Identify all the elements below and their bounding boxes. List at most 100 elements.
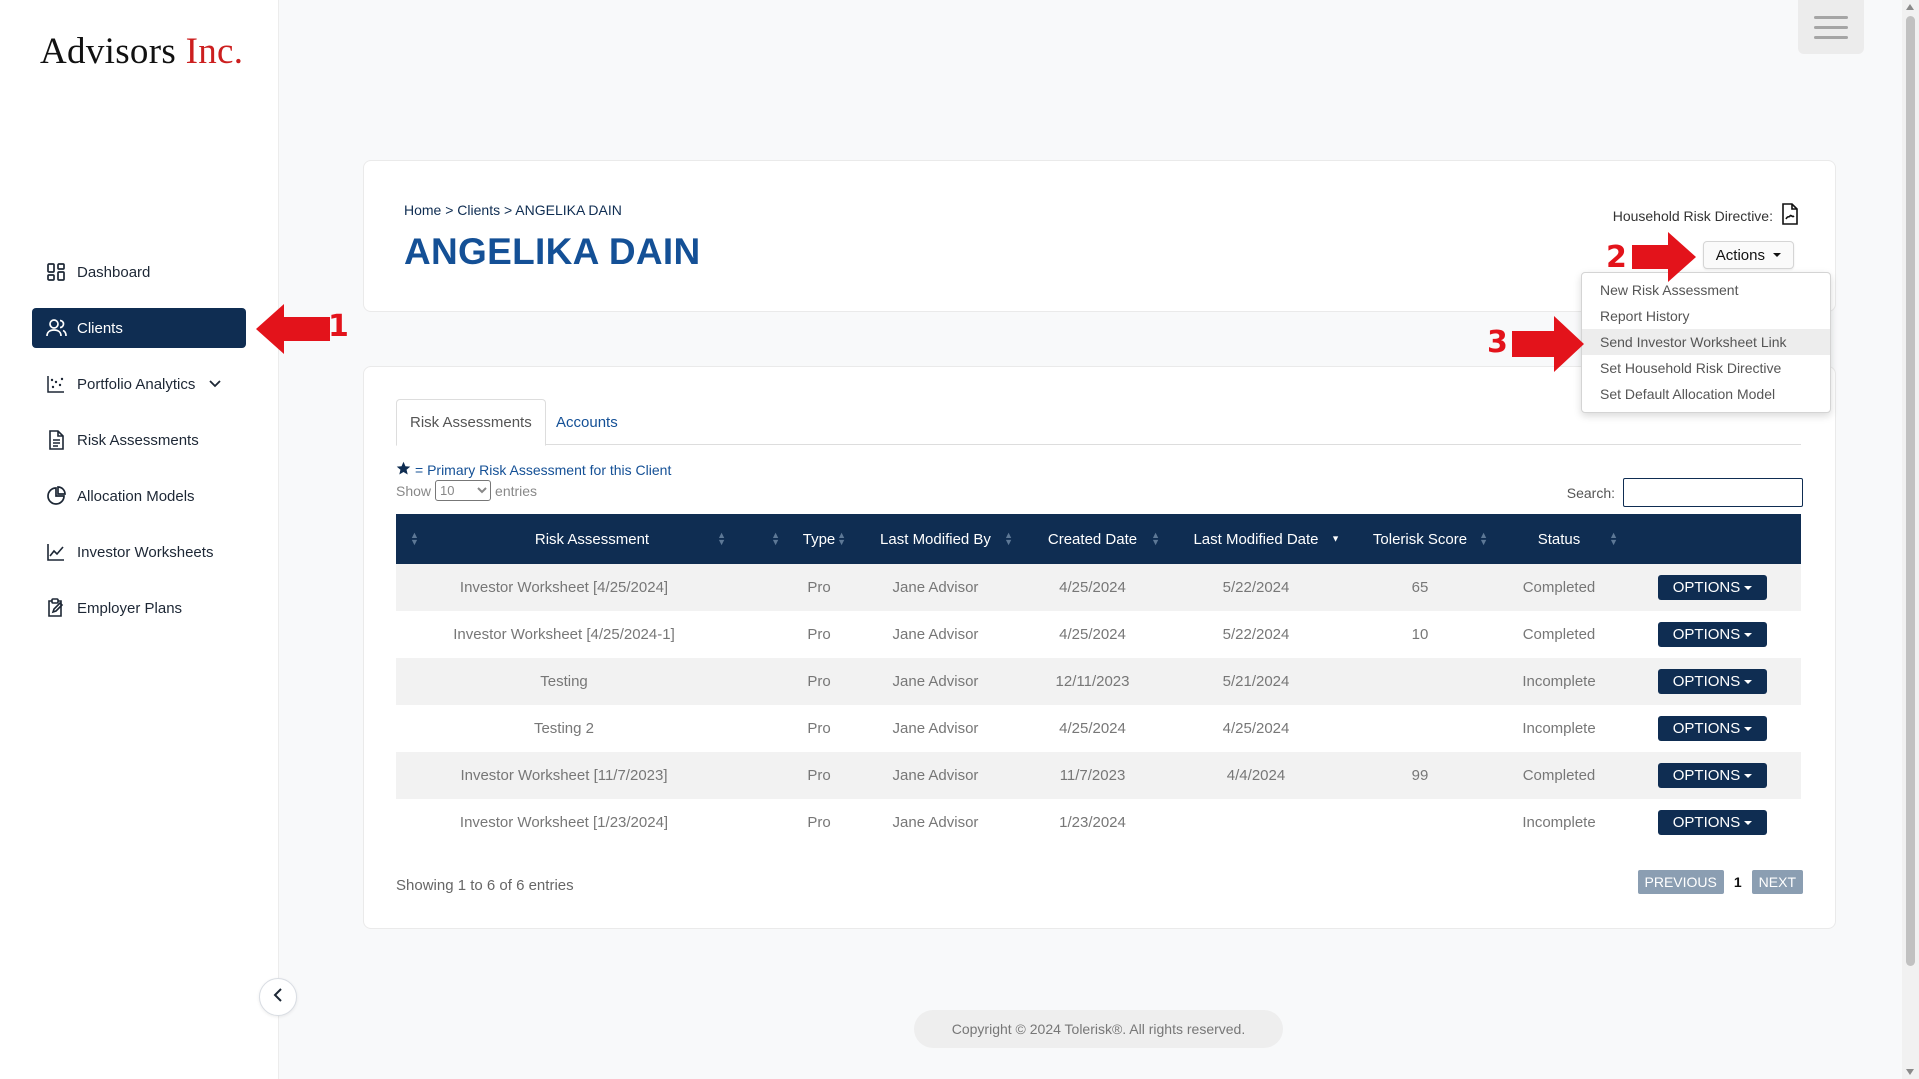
menu-item-set-household-risk-directive[interactable]: Set Household Risk Directive [1582,355,1830,381]
options-button-label: OPTIONS [1672,673,1741,690]
column-header-last-modified-date[interactable]: Last Modified Date ▼ [1166,514,1346,564]
sidebar-item-portfolio-analytics[interactable]: Portfolio Analytics [32,364,246,404]
cell-created: 4/25/2024 [1059,720,1126,737]
current-page-number[interactable]: 1 [1732,874,1744,890]
options-button[interactable]: OPTIONS [1657,763,1768,788]
menu-item-send-investor-worksheet-link[interactable]: Send Investor Worksheet Link [1582,329,1830,355]
sidebar-item-allocation-models[interactable]: Allocation Models [32,476,246,516]
entries-select[interactable]: 10 [435,480,492,501]
options-button[interactable]: OPTIONS [1657,810,1768,835]
cell-modified-by: Jane Advisor [892,814,979,831]
cell-created: 1/23/2024 [1059,814,1126,831]
sidebar-item-label: Employer Plans [77,599,183,617]
scatter-chart-icon [45,373,67,395]
chevron-left-icon [273,987,283,1007]
column-header-last-modified-by[interactable]: Last Modified By ▲ ▼ [852,514,1019,564]
tab-accounts[interactable]: Accounts [543,399,631,445]
sidebar-item-investor-worksheets[interactable]: Investor Worksheets [32,532,246,572]
column-header-primary[interactable]: ▲ ▼ [396,514,452,564]
menu-item-new-risk-assessment[interactable]: New Risk Assessment [1582,277,1830,303]
actions-dropdown-button[interactable]: Actions [1702,241,1794,269]
page-title: ANGELIKA DAIN [404,231,701,272]
brand-name: Advisors [40,31,177,72]
menu-item-set-default-allocation-model[interactable]: Set Default Allocation Model [1582,381,1830,407]
cell-risk-assessment[interactable]: Testing 2 [396,705,732,752]
cell-options: OPTIONS [1624,705,1801,752]
sidebar-item-dashboard[interactable]: Dashboard [32,252,246,292]
sort-icon: ▲ ▼ [837,530,846,547]
annotation-arrow-1 [256,304,330,354]
previous-page-button[interactable]: PREVIOUS [1637,870,1724,894]
footer-copyright: Copyright © 2024 Tolerisk®. All rights r… [914,1010,1283,1048]
table-row: Testing 2 Pro Jane Advisor 4/25/2024 4/2… [396,705,1801,752]
options-button[interactable]: OPTIONS [1657,716,1768,741]
sidebar-item-employer-plans[interactable]: Employer Plans [32,588,246,628]
cell-status: Incomplete [1522,720,1596,737]
annotation-number-3: 3 [1487,325,1508,360]
scroll-down-icon[interactable] [1906,1069,1914,1075]
annotation-number-2: 2 [1606,240,1627,275]
options-button[interactable]: OPTIONS [1657,575,1768,600]
cell-created: 12/11/2023 [1055,673,1130,690]
menu-toggle-button[interactable] [1798,0,1864,54]
table-row: Investor Worksheet [4/25/2024] Pro Jane … [396,564,1801,611]
brand-logo[interactable]: Advisors Inc. [40,30,243,73]
hamburger-icon-bar [1814,15,1848,19]
column-header-label: Tolerisk Score [1372,530,1468,548]
cell-modified: 5/22/2024 [1222,579,1290,596]
caret-down-icon [1744,726,1753,731]
column-header-risk-assessment[interactable]: Risk Assessment ▲ ▼ [452,514,732,564]
next-page-button[interactable]: NEXT [1751,870,1803,894]
cell-modified-by: Jane Advisor [892,626,979,643]
sidebar-collapse-button[interactable] [259,978,297,1016]
cell-risk-assessment[interactable]: Investor Worksheet [4/25/2024] [396,564,732,611]
cell-blank [732,658,786,705]
column-header-type[interactable]: Type ▲ ▼ [786,514,852,564]
scrollbar-thumb[interactable] [1906,16,1915,966]
cell-status: Completed [1522,579,1596,596]
chevron-down-icon[interactable] [209,380,222,388]
cell-type: Pro [807,626,831,643]
menu-item-report-history[interactable]: Report History [1582,303,1830,329]
cell-score [1346,799,1494,846]
cell-modified: 5/22/2024 [1222,626,1290,643]
cell-type: Pro [807,579,831,596]
column-header-status[interactable]: Status ▲ ▼ [1494,514,1624,564]
breadcrumb[interactable]: Home > Clients > ANGELIKA DAIN [404,202,622,218]
sidebar-item-clients[interactable]: Clients [32,308,246,348]
cell-score [1346,658,1494,705]
cell-modified: 5/21/2024 [1222,673,1290,690]
column-header-label: Last Modified By [880,530,991,548]
caret-down-icon [1744,679,1753,684]
risk-assessments-table: ▲ ▼ Risk Assessment ▲ ▼ ▲ ▼ Type ▲ ▼ Last Modi… [396,514,1801,846]
cell-risk-assessment[interactable]: Investor Worksheet [11/7/2023] [396,752,732,799]
sidebar-item-label: Allocation Models [77,487,195,505]
sidebar-item-risk-assessments[interactable]: Risk Assessments [32,420,246,460]
cell-score: 99 [1411,767,1429,784]
sidebar-item-label: Investor Worksheets [77,543,214,561]
column-header-tolerisk-score[interactable]: Tolerisk Score ▲ ▼ [1346,514,1494,564]
sidebar-item-label: Portfolio Analytics [77,375,196,393]
tab-risk-assessments[interactable]: Risk Assessments [396,399,546,446]
document-signature-icon[interactable] [1781,203,1799,228]
cell-options: OPTIONS [1624,752,1801,799]
cell-blank [732,564,786,611]
options-button[interactable]: OPTIONS [1657,622,1768,647]
cell-risk-assessment[interactable]: Investor Worksheet [1/23/2024] [396,799,732,846]
users-icon [45,317,67,339]
page-scrollbar[interactable] [1902,0,1919,1079]
scroll-up-icon[interactable] [1906,4,1914,10]
cell-risk-assessment[interactable]: Investor Worksheet [4/25/2024-1] [396,611,732,658]
options-button[interactable]: OPTIONS [1657,669,1768,694]
cell-type: Pro [807,673,831,690]
hamburger-icon-bar [1814,25,1848,29]
options-button-label: OPTIONS [1672,720,1741,737]
column-header-unnamed[interactable]: ▲ ▼ [732,514,786,564]
cell-score [1346,705,1494,752]
caret-down-icon [1773,253,1781,257]
cell-risk-assessment[interactable]: Testing [396,658,732,705]
search-input[interactable] [1623,478,1803,507]
length-menu: Show 10 entries [396,480,537,501]
cell-type: Pro [807,767,831,784]
column-header-created-date[interactable]: Created Date ▲ ▼ [1019,514,1166,564]
